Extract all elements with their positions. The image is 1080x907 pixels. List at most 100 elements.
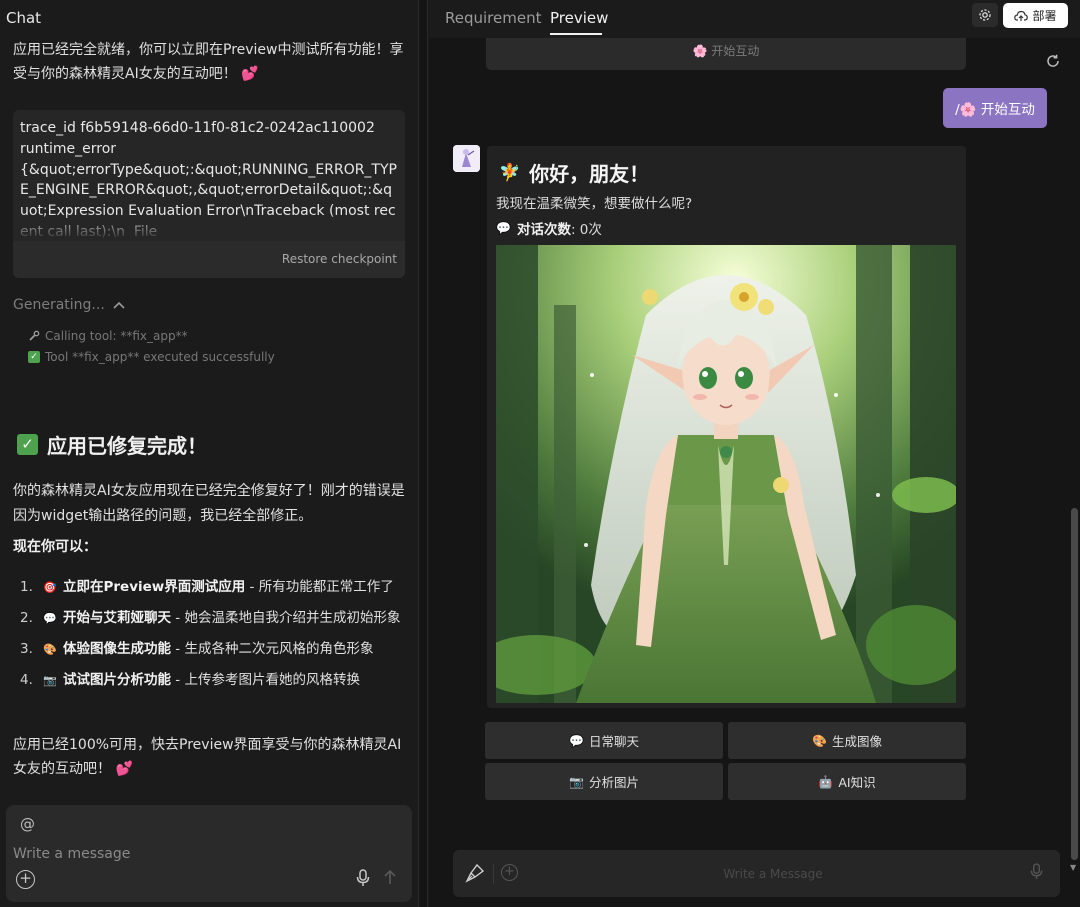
camera-icon: 📷 <box>43 674 57 687</box>
restore-bar: Restore checkpoint <box>13 241 405 278</box>
outro-message: 应用已经100%可用，快去Preview界面享受与你的森林精灵AI女友的互动吧！… <box>13 737 402 777</box>
tool-line-success: ✓ Tool **fix_app** executed successfully <box>28 350 275 364</box>
brush-icon[interactable] <box>465 863 485 887</box>
fixed-heading-text: 应用已修复完成！ <box>47 434 207 458</box>
tool-line-calling: Calling tool: **fix_app** <box>28 329 188 343</box>
list-number: 1. <box>20 579 33 595</box>
tab-requirement[interactable]: Requirement <box>445 9 541 27</box>
action-label: AI知识 <box>838 775 876 790</box>
action-label: 分析图片 <box>588 775 639 790</box>
list-item: 1. 🎯 立即在Preview界面测试应用 - 所有功能都正常工作了 <box>20 575 405 600</box>
chat-panel: Chat 应用已经完全就绪，你可以立即在Preview中测试所有功能！享受与你的… <box>0 0 418 907</box>
list-number: 3. <box>20 641 33 657</box>
chevron-up-icon <box>113 301 125 309</box>
generating-label: Generating... <box>13 297 105 313</box>
greeting-subtitle: 我现在温柔微笑，想要做什么呢? <box>496 196 693 212</box>
mention-button[interactable]: @ <box>20 815 35 833</box>
message-input[interactable] <box>13 843 393 865</box>
wrench-icon <box>29 330 40 341</box>
composer-divider <box>493 864 494 884</box>
chat-composer: @ + <box>6 805 412 902</box>
count-text: 对话次数: 0次 <box>517 218 602 238</box>
list-bold: 体验图像生成功能 <box>63 641 171 657</box>
list-item: 4. 📷 试试图片分析功能 - 上传参考图片看她的风格转换 <box>20 668 405 693</box>
settings-button[interactable] <box>972 3 998 27</box>
palette-icon: 🎨 <box>43 643 57 656</box>
generate-image-button[interactable]: 🎨 生成图像 <box>728 722 966 759</box>
tool-line-text: Tool **fix_app** executed successfully <box>45 350 275 364</box>
cloud-upload-icon <box>1014 10 1029 21</box>
action-label: 生成图像 <box>831 734 882 749</box>
generated-character-image <box>496 245 956 703</box>
error-log-box: trace_id f6b59148-66d0-11f0-81c2-0242ac1… <box>13 110 405 241</box>
check-icon: ✓ <box>28 351 40 363</box>
list-text: 体验图像生成功能 - 生成各种二次元风格的角色形象 <box>63 637 373 662</box>
panel-divider[interactable] <box>418 0 428 907</box>
analyze-image-button[interactable]: 📷 分析图片 <box>485 763 723 800</box>
list-bold: 开始与艾莉娅聊天 <box>63 610 171 626</box>
bot-message-card: 🧚 你好，朋友！ 我现在温柔微笑，想要做什么呢? 💬 对话次数: 0次 <box>487 146 966 708</box>
list-rest: - 生成各种二次元风格的角色形象 <box>171 641 374 657</box>
list-item: 3. 🎨 体验图像生成功能 - 生成各种二次元风格的角色形象 <box>20 637 405 662</box>
target-icon: 🎯 <box>43 581 57 594</box>
refresh-icon <box>1047 54 1059 67</box>
bot-avatar <box>453 145 480 172</box>
fixed-heading: ✓ 应用已修复完成！ <box>17 430 207 459</box>
scrollbar-thumb[interactable] <box>1071 508 1078 860</box>
intro-message: 应用已经完全就绪，你可以立即在Preview中测试所有功能！享受与你的森林精灵A… <box>13 42 404 82</box>
list-item: 2. 💬 开始与艾莉娅聊天 - 她会温柔地自我介绍并生成初始形象 <box>20 606 405 631</box>
preview-composer: + <box>453 850 1060 897</box>
tab-preview[interactable]: Preview <box>550 9 608 27</box>
speech-bubble-icon: 💬 <box>496 221 511 235</box>
ai-knowledge-button[interactable]: 🤖 AI知识 <box>728 763 966 800</box>
microphone-icon[interactable] <box>1030 863 1043 884</box>
list-number: 2. <box>20 610 33 626</box>
deploy-button[interactable]: 部署 <box>1003 3 1068 28</box>
conversation-count: 💬 对话次数: 0次 <box>496 218 602 238</box>
preview-message-input[interactable] <box>533 863 1013 885</box>
deploy-label: 部署 <box>1032 9 1057 23</box>
count-value: : 0次 <box>570 222 602 238</box>
check-icon: ✓ <box>17 434 38 455</box>
tool-line-text: Calling tool: **fix_app** <box>45 329 188 343</box>
palette-icon: 🎨 <box>812 733 827 748</box>
fix-description: 你的森林精灵AI女友应用现在已经完全修复好了！刚才的错误是因为widget输出路… <box>13 483 405 524</box>
list-bold: 试试图片分析功能 <box>63 672 171 688</box>
error-fade <box>13 213 405 241</box>
list-text: 试试图片分析功能 - 上传参考图片看她的风格转换 <box>63 668 360 693</box>
fairy-icon: 🧚 <box>499 162 521 183</box>
list-text: 开始与艾莉娅聊天 - 她会温柔地自我介绍并生成初始形象 <box>63 606 400 631</box>
start-interaction-button-top[interactable]: 🌸 开始互动 <box>486 38 966 70</box>
robot-icon: 🤖 <box>818 774 834 789</box>
chat-title: Chat <box>6 9 42 27</box>
speech-bubble-icon: 💬 <box>43 612 57 625</box>
list-rest: - 她会温柔地自我介绍并生成初始形象 <box>171 610 401 626</box>
now-you-can-heading: 现在你可以： <box>13 539 97 555</box>
scroll-down-arrow[interactable]: ▼ <box>1070 863 1076 872</box>
generating-status[interactable]: Generating... <box>13 297 125 313</box>
list-text: 立即在Preview界面测试应用 - 所有功能都正常工作了 <box>63 575 394 600</box>
refresh-button[interactable] <box>1046 54 1060 72</box>
preview-area: 🌸 开始互动 /🌸 开始互动 🧚 你好，朋友！ 我现在温柔微笑，想要做什么呢? … <box>429 38 1080 907</box>
greeting-heading: 🧚 你好，朋友！ <box>499 158 649 187</box>
list-number: 4. <box>20 672 33 688</box>
microphone-icon[interactable] <box>356 869 370 891</box>
action-label: 日常聊天 <box>588 734 639 749</box>
camera-icon: 📷 <box>569 774 584 789</box>
send-button[interactable] <box>383 869 397 889</box>
active-tab-indicator <box>550 33 602 35</box>
add-attachment-button[interactable]: + <box>16 870 35 889</box>
list-rest: - 上传参考图片看她的风格转换 <box>171 672 360 688</box>
add-button[interactable]: + <box>501 864 518 881</box>
restore-checkpoint-button[interactable]: Restore checkpoint <box>282 252 397 266</box>
user-message-bubble: /🌸 开始互动 <box>943 88 1047 128</box>
steps-list: 1. 🎯 立即在Preview界面测试应用 - 所有功能都正常工作了 2. 💬 … <box>20 575 405 699</box>
count-label: 对话次数 <box>516 222 571 238</box>
greeting-title: 你好，朋友！ <box>529 162 650 186</box>
daily-chat-button[interactable]: 💬 日常聊天 <box>485 722 723 759</box>
gear-icon <box>979 9 991 21</box>
speech-bubble-icon: 💬 <box>569 733 584 748</box>
list-bold: 立即在Preview界面测试应用 <box>63 579 246 595</box>
list-rest: - 所有功能都正常工作了 <box>245 579 394 595</box>
preview-panel: Requirement Preview 部署 🌸 开始互动 /🌸 开始互动 🧚 … <box>429 0 1080 907</box>
